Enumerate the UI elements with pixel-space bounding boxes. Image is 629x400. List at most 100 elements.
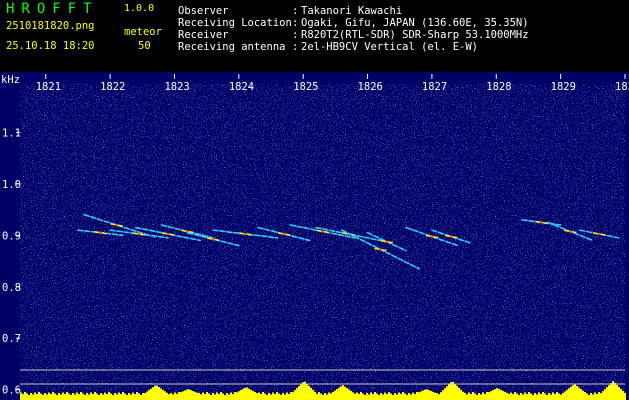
activity-column xyxy=(116,394,118,400)
activity-column xyxy=(138,393,140,400)
activity-column xyxy=(460,389,462,400)
activity-column xyxy=(234,392,236,400)
activity-column xyxy=(212,393,214,400)
activity-column xyxy=(58,393,60,400)
activity-column xyxy=(172,394,174,400)
filename: 2510181820.png xyxy=(6,20,95,32)
meteor-trace-peak xyxy=(321,230,324,233)
activity-column xyxy=(366,393,368,400)
activity-column xyxy=(264,393,266,400)
activity-column xyxy=(178,392,180,400)
activity-column xyxy=(120,394,122,400)
meteor-trace-peak xyxy=(243,232,247,236)
activity-column xyxy=(550,394,552,400)
meteor-trace-peak xyxy=(115,223,118,227)
activity-column xyxy=(284,394,286,400)
activity-column xyxy=(376,393,378,400)
activity-column xyxy=(350,390,352,400)
activity-column xyxy=(444,388,446,400)
activity-column xyxy=(578,387,580,400)
activity-column xyxy=(238,391,240,400)
activity-column xyxy=(150,388,152,400)
x-tick-label: 1824 xyxy=(229,81,254,93)
activity-column xyxy=(502,390,504,400)
activity-column xyxy=(456,385,458,400)
activity-column xyxy=(472,392,474,400)
activity-column xyxy=(126,395,128,400)
activity-column xyxy=(154,385,156,400)
activity-column xyxy=(418,392,420,400)
activity-column xyxy=(24,392,26,400)
activity-column xyxy=(588,395,590,400)
meteor-trace-peak xyxy=(385,240,389,244)
activity-column xyxy=(596,394,598,400)
activity-column xyxy=(142,393,144,400)
activity-column xyxy=(304,381,306,400)
activity-column xyxy=(92,394,94,400)
activity-column xyxy=(144,392,146,400)
activity-column xyxy=(544,393,546,400)
activity-column xyxy=(452,381,454,400)
activity-column xyxy=(592,394,594,400)
activity-column xyxy=(118,392,120,400)
activity-column xyxy=(278,393,280,400)
activity-column xyxy=(146,391,148,400)
activity-column xyxy=(222,393,224,400)
activity-column xyxy=(48,392,50,400)
activity-column xyxy=(134,394,136,400)
meteor-trace-peak xyxy=(449,235,453,238)
app-version: 1.0.0 xyxy=(124,3,155,14)
activity-column xyxy=(436,393,438,400)
activity-column xyxy=(176,393,178,400)
activity-column xyxy=(534,393,536,400)
y-tick-label: 1.0 xyxy=(2,179,21,191)
activity-column xyxy=(498,388,500,400)
activity-column xyxy=(412,392,414,400)
activity-column xyxy=(362,393,364,400)
activity-column xyxy=(332,392,334,400)
activity-column xyxy=(312,389,314,400)
activity-column xyxy=(242,388,244,400)
activity-column xyxy=(620,388,622,400)
activity-column xyxy=(618,386,620,400)
activity-column xyxy=(378,395,380,400)
activity-column xyxy=(90,392,92,400)
activity-column xyxy=(136,392,138,400)
activity-column xyxy=(576,385,578,400)
activity-column xyxy=(476,395,478,400)
activity-column xyxy=(450,382,452,400)
activity-column xyxy=(232,394,234,400)
activity-column xyxy=(52,392,54,400)
activity-column xyxy=(410,394,412,400)
activity-column xyxy=(590,393,592,400)
activity-column xyxy=(206,392,208,400)
activity-column xyxy=(336,389,338,400)
activity-column xyxy=(260,394,262,400)
activity-column xyxy=(464,393,466,400)
activity-column xyxy=(346,387,348,400)
activity-column xyxy=(394,393,396,400)
activity-column xyxy=(516,393,518,400)
meteor-trace-peak xyxy=(137,232,141,236)
activity-column xyxy=(558,393,560,400)
activity-column xyxy=(268,393,270,400)
activity-column xyxy=(556,392,558,400)
activity-column xyxy=(190,390,192,400)
activity-column xyxy=(388,392,390,400)
activity-column xyxy=(210,395,212,400)
activity-column xyxy=(252,390,254,400)
activity-column xyxy=(384,392,386,400)
x-tick-label: 1821 xyxy=(36,81,61,93)
activity-column xyxy=(156,385,158,400)
meteor-trace-peak xyxy=(282,232,286,236)
activity-column xyxy=(294,390,296,400)
activity-column xyxy=(248,388,250,400)
activity-column xyxy=(68,393,70,400)
activity-column xyxy=(442,390,444,400)
activity-column xyxy=(542,392,544,400)
activity-column xyxy=(266,395,268,400)
activity-column xyxy=(428,390,430,400)
activity-column xyxy=(480,394,482,400)
activity-column xyxy=(400,394,402,400)
activity-column xyxy=(600,393,602,400)
